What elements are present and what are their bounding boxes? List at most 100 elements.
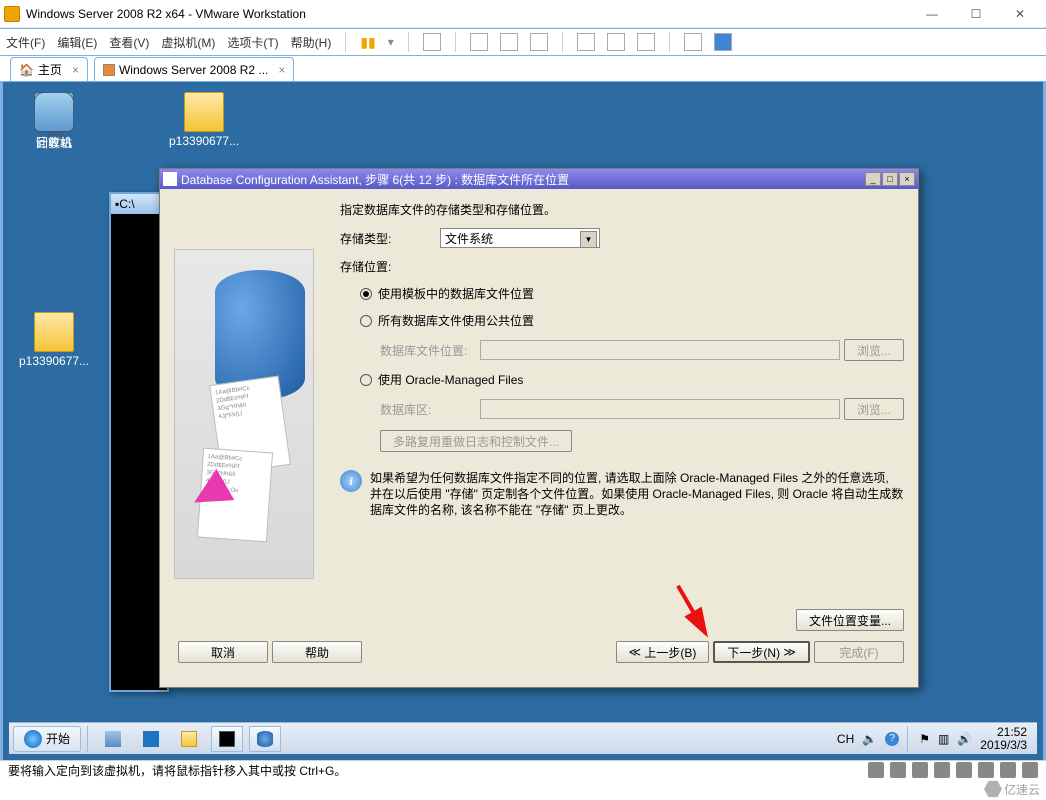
device-sound-icon[interactable] bbox=[956, 762, 972, 778]
file-loc-vars-button[interactable]: 文件位置变量... bbox=[796, 609, 904, 631]
finish-button: 完成(F) bbox=[814, 641, 904, 663]
dbca-illustration: 1Aa@Bb#Cc2Dd$Ee%Ff3Gg^Hh&Ii4Jj*Kk(Ll 1Aa… bbox=[174, 249, 314, 579]
desktop-folder-1-label: p13390677... bbox=[169, 134, 239, 148]
dbca-minimize-button[interactable]: _ bbox=[865, 172, 881, 186]
window-maximize-button[interactable]: ☐ bbox=[954, 0, 998, 28]
watermark: 亿速云 bbox=[984, 780, 1040, 798]
dbca-app-icon bbox=[163, 172, 177, 186]
device-cd-icon[interactable] bbox=[890, 762, 906, 778]
tab-vm[interactable]: Windows Server 2008 R2 ... × bbox=[94, 57, 294, 81]
task-cmd[interactable] bbox=[211, 726, 243, 752]
start-button[interactable]: 开始 bbox=[13, 726, 81, 752]
storage-type-label: 存储类型: bbox=[340, 230, 440, 247]
vmware-status-text: 要将输入定向到该虚拟机，请将鼠标指针移入其中或按 Ctrl+G。 bbox=[8, 762, 346, 779]
radio-template[interactable] bbox=[360, 288, 372, 300]
radio-common[interactable] bbox=[360, 315, 372, 327]
windows-taskbar: 开始 CH 🔈 ? ⚑ ▥ 🔊 21:52 2019/3/3 bbox=[9, 722, 1037, 754]
storage-type-select[interactable]: 文件系统 bbox=[440, 228, 600, 248]
watermark-text: 亿速云 bbox=[1004, 781, 1040, 798]
dbca-intro: 指定数据库文件的存储类型和存储位置。 bbox=[340, 201, 904, 218]
tray-flag-icon[interactable]: ⚑ bbox=[919, 732, 930, 746]
vmware-title: Windows Server 2008 R2 x64 - VMware Work… bbox=[26, 7, 306, 21]
tab-close-icon[interactable]: × bbox=[278, 63, 285, 77]
storage-loc-label: 存储位置: bbox=[340, 258, 440, 275]
device-display-icon[interactable] bbox=[1000, 762, 1016, 778]
ime-indicator[interactable]: CH bbox=[837, 732, 854, 746]
pause-icon[interactable]: ▮▮ bbox=[360, 34, 375, 51]
vmware-menubar: 文件(F) 编辑(E) 查看(V) 虚拟机(M) 选项卡(T) 帮助(H) ▮▮… bbox=[0, 28, 1046, 56]
radio-template-label[interactable]: 使用模板中的数据库文件位置 bbox=[378, 285, 534, 302]
task-powershell[interactable] bbox=[135, 726, 167, 752]
info-icon: i bbox=[340, 470, 362, 492]
task-explorer[interactable] bbox=[173, 726, 205, 752]
toolbar-send-cad-icon[interactable] bbox=[423, 33, 441, 51]
tray-volume-icon[interactable]: 🔈 bbox=[862, 732, 877, 746]
device-hdd-icon[interactable] bbox=[868, 762, 884, 778]
server-manager-icon bbox=[105, 731, 121, 747]
powershell-icon bbox=[143, 731, 159, 747]
task-dbca[interactable] bbox=[249, 726, 281, 752]
tab-vm-label: Windows Server 2008 R2 ... bbox=[119, 63, 268, 77]
tab-home[interactable]: 🏠 主页 × bbox=[10, 57, 88, 81]
tab-home-label: 主页 bbox=[38, 61, 62, 78]
cmd-icon bbox=[219, 731, 235, 747]
menu-tabs[interactable]: 选项卡(T) bbox=[227, 34, 278, 51]
db-area-field bbox=[480, 399, 840, 419]
guest-viewport: 计算机 p13390677... 回收站 p13390677... ▪ C:\ … bbox=[0, 82, 1046, 760]
device-usb-icon[interactable] bbox=[934, 762, 950, 778]
dbca-titlebar[interactable]: Database Configuration Assistant, 步骤 6(共… bbox=[160, 169, 918, 189]
folder-icon bbox=[34, 312, 74, 352]
clock-date: 2019/3/3 bbox=[980, 739, 1027, 752]
dbca-close-button[interactable]: × bbox=[899, 172, 915, 186]
desktop-recycle-label: 回收站 bbox=[19, 134, 89, 151]
radio-omf-label[interactable]: 使用 Oracle-Managed Files bbox=[378, 371, 523, 388]
start-orb-icon bbox=[24, 730, 42, 748]
toolbar-snapshot-icon[interactable] bbox=[470, 33, 488, 51]
toolbar-snapshot-revert-icon[interactable] bbox=[500, 33, 518, 51]
menu-vm[interactable]: 虚拟机(M) bbox=[161, 34, 215, 51]
desktop-recycle-bin[interactable]: 回收站 bbox=[19, 92, 89, 151]
vmware-tabstrip: 🏠 主页 × Windows Server 2008 R2 ... × bbox=[0, 56, 1046, 82]
menu-edit[interactable]: 编辑(E) bbox=[57, 34, 97, 51]
window-close-button[interactable]: ✕ bbox=[998, 0, 1042, 28]
toolbar-console-icon[interactable] bbox=[637, 33, 655, 51]
toolbar-fit-icon[interactable] bbox=[577, 33, 595, 51]
back-button[interactable]: ≪ 上一步(B) bbox=[616, 641, 710, 663]
storage-type-value: 文件系统 bbox=[445, 230, 493, 247]
tray-network-icon[interactable]: ▥ bbox=[938, 732, 949, 746]
window-minimize-button[interactable]: — bbox=[910, 0, 954, 28]
db-file-loc-field bbox=[480, 340, 840, 360]
vmware-titlebar: Windows Server 2008 R2 x64 - VMware Work… bbox=[0, 0, 1046, 28]
toolbar-unity-icon[interactable] bbox=[684, 33, 702, 51]
radio-omf[interactable] bbox=[360, 374, 372, 386]
device-net-icon[interactable] bbox=[912, 762, 928, 778]
device-printer-icon[interactable] bbox=[978, 762, 994, 778]
tray-clock[interactable]: 21:52 2019/3/3 bbox=[980, 726, 1027, 752]
radio-common-label[interactable]: 所有数据库文件使用公共位置 bbox=[378, 312, 534, 329]
menu-view[interactable]: 查看(V) bbox=[109, 34, 149, 51]
browse-db-area-button: 浏览... bbox=[844, 398, 904, 420]
db-area-label: 数据库区: bbox=[380, 401, 480, 418]
menu-help[interactable]: 帮助(H) bbox=[291, 34, 332, 51]
toolbar-fullscreen-icon[interactable] bbox=[714, 33, 732, 51]
help-button[interactable]: 帮助 bbox=[272, 641, 362, 663]
menu-file[interactable]: 文件(F) bbox=[6, 34, 45, 51]
device-msg-icon[interactable] bbox=[1022, 762, 1038, 778]
task-server-manager[interactable] bbox=[97, 726, 129, 752]
start-label: 开始 bbox=[46, 730, 70, 747]
browse-db-file-button: 浏览... bbox=[844, 339, 904, 361]
toolbar-snapshot-manage-icon[interactable] bbox=[530, 33, 548, 51]
next-button[interactable]: 下一步(N) ≫ bbox=[713, 641, 810, 663]
dbca-maximize-button[interactable]: □ bbox=[882, 172, 898, 186]
toolbar-stretch-icon[interactable] bbox=[607, 33, 625, 51]
tray-sound-icon[interactable]: 🔊 bbox=[957, 732, 972, 746]
desktop-folder-1[interactable]: p13390677... bbox=[169, 92, 239, 148]
tray-help-icon[interactable]: ? bbox=[885, 732, 899, 746]
clock-time: 21:52 bbox=[980, 726, 1027, 739]
tab-close-icon[interactable]: × bbox=[72, 63, 79, 77]
desktop-folder-2[interactable]: p13390677... bbox=[19, 312, 89, 368]
dbca-title-text: Database Configuration Assistant, 步骤 6(共… bbox=[181, 171, 569, 188]
db-file-loc-label: 数据库文件位置: bbox=[380, 342, 480, 359]
folder-icon bbox=[184, 92, 224, 132]
cancel-button[interactable]: 取消 bbox=[178, 641, 268, 663]
